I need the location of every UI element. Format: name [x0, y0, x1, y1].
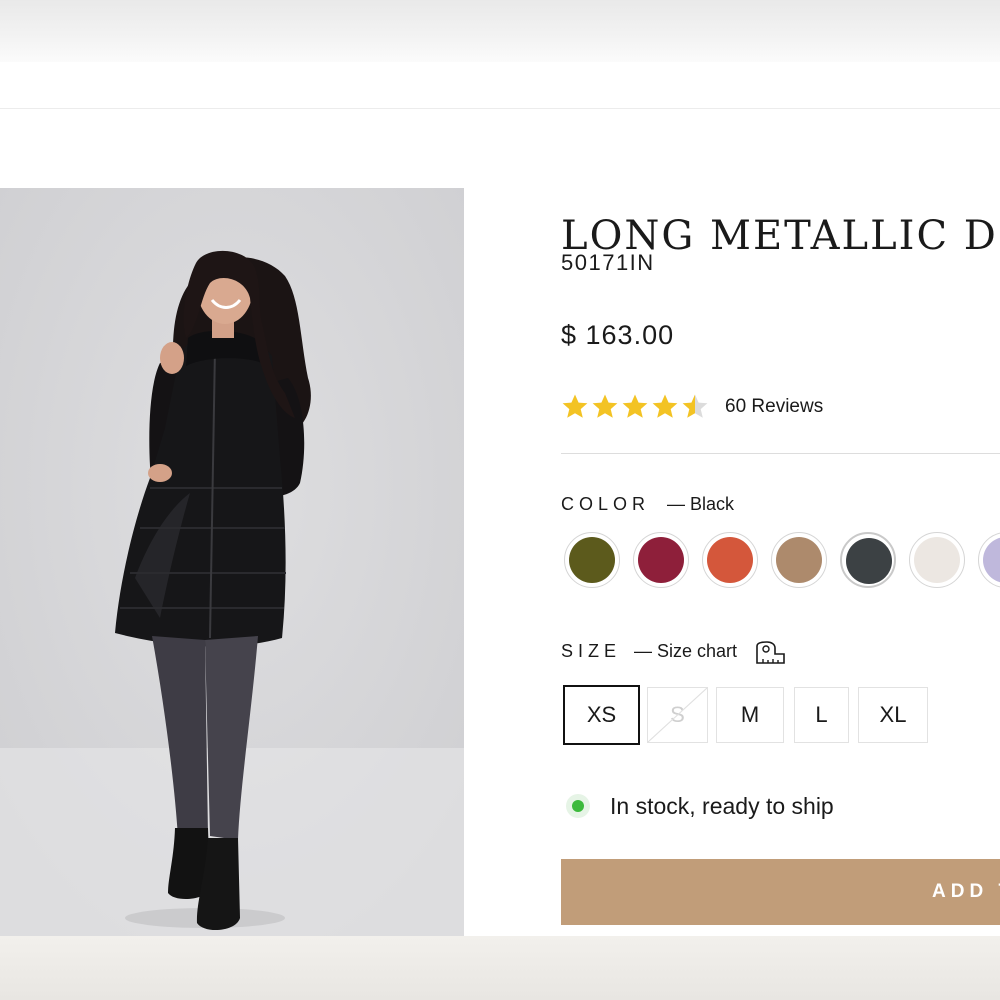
ruler-icon[interactable]: [753, 640, 787, 666]
size-chart-link[interactable]: — Size chart: [634, 641, 737, 662]
status-dot-icon: [566, 794, 590, 818]
color-swatch[interactable]: [840, 532, 896, 588]
color-swatch[interactable]: [702, 532, 758, 588]
star-icon: [562, 394, 588, 418]
size-option-s: S: [647, 687, 708, 743]
header-divider: [0, 108, 1000, 109]
size-option-xs[interactable]: XS: [563, 685, 640, 745]
size-option-label: M: [740, 702, 760, 727]
status-dot: [572, 800, 584, 812]
rating-row[interactable]: 60 Reviews: [561, 392, 823, 422]
stock-text: In stock, ready to ship: [610, 792, 834, 819]
size-option-label: XL: [879, 702, 907, 727]
star-icon: [592, 394, 618, 418]
color-swatch[interactable]: [978, 532, 1000, 588]
size-option-l[interactable]: L: [794, 687, 849, 743]
size-option-m[interactable]: M: [716, 687, 784, 743]
size-option-label: L: [815, 702, 828, 727]
color-label: COLOR: [561, 494, 651, 514]
color-swatch-fill: [638, 537, 684, 583]
product-image[interactable]: [0, 188, 464, 936]
size-option-label: XS: [586, 702, 617, 727]
color-swatch[interactable]: [909, 532, 965, 588]
color-swatch-fill: [776, 537, 822, 583]
color-swatch-fill: [569, 537, 615, 583]
star-icon: [622, 394, 648, 418]
product-sku: 50171IN: [561, 250, 655, 275]
size-label: SIZE: [561, 641, 622, 661]
color-swatch-fill: [846, 538, 892, 584]
size-option-xl[interactable]: XL: [858, 687, 928, 743]
color-swatches: [564, 532, 1000, 592]
color-swatch[interactable]: [633, 532, 689, 588]
stock-status: In stock, ready to ship: [566, 790, 834, 822]
color-swatch-fill: [914, 537, 960, 583]
unavailable-slash: [648, 688, 707, 742]
color-swatch-fill: [983, 537, 1000, 583]
selected-color-name: — Black: [667, 494, 735, 514]
star-icon: [682, 394, 708, 418]
star-rating: [561, 393, 711, 421]
color-swatch[interactable]: [564, 532, 620, 588]
color-swatch-fill: [707, 537, 753, 583]
product-photo-model: [0, 188, 464, 936]
star-icon: [652, 394, 678, 418]
top-blurred-band: [0, 0, 1000, 62]
reviews-link[interactable]: 60 Reviews: [725, 396, 823, 418]
product-price: $ 163.00: [561, 320, 675, 350]
bottom-blurred-band: [0, 936, 1000, 1000]
color-swatch[interactable]: [771, 532, 827, 588]
add-to-cart-label: ADD T: [932, 881, 1000, 902]
add-to-cart-button[interactable]: ADD T: [561, 859, 1000, 925]
section-divider: [561, 453, 1000, 454]
